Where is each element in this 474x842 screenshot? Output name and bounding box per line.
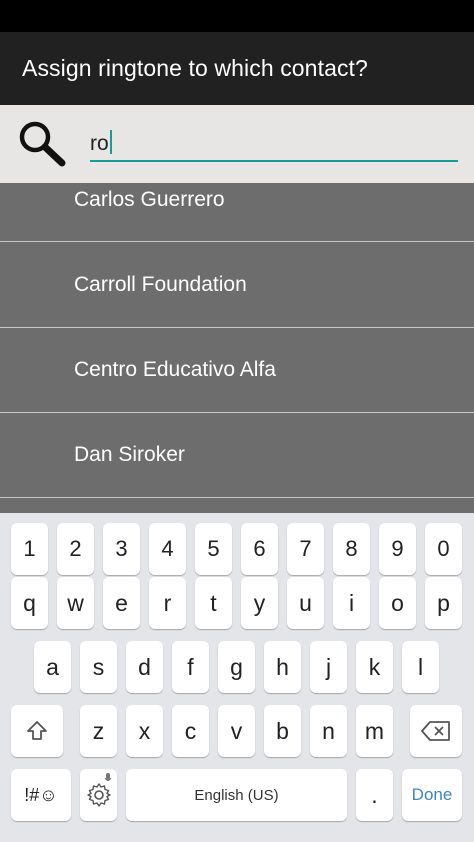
key-c[interactable]: c — [172, 705, 209, 757]
key-o[interactable]: o — [379, 577, 416, 629]
soft-keyboard: 1 2 3 4 5 6 7 8 9 0 q w e r t y u i o p … — [0, 513, 474, 842]
key-x[interactable]: x — [126, 705, 163, 757]
key-s[interactable]: s — [80, 641, 117, 693]
key-m[interactable]: m — [356, 705, 393, 757]
key-p[interactable]: p — [425, 577, 462, 629]
key-w[interactable]: w — [57, 577, 94, 629]
status-bar — [0, 0, 474, 32]
key-f[interactable]: f — [172, 641, 209, 693]
text-caret — [109, 130, 112, 154]
space-key[interactable]: English (US) — [126, 769, 347, 821]
contact-row[interactable]: Carlos Guerrero — [0, 183, 474, 242]
key-r[interactable]: r — [149, 577, 186, 629]
key-4[interactable]: 4 — [149, 523, 186, 575]
key-q[interactable]: q — [11, 577, 48, 629]
shift-icon — [27, 721, 47, 740]
key-b[interactable]: b — [264, 705, 301, 757]
dialog-title: Assign ringtone to which contact? — [22, 55, 368, 81]
key-6[interactable]: 6 — [241, 523, 278, 575]
key-h[interactable]: h — [264, 641, 301, 693]
search-icon[interactable] — [16, 118, 68, 168]
period-key[interactable]: . — [356, 769, 393, 821]
contact-row[interactable] — [0, 498, 474, 513]
key-9[interactable]: 9 — [379, 523, 416, 575]
key-i[interactable]: i — [333, 577, 370, 629]
contact-name: Centro Educativo Alfa — [74, 358, 276, 381]
key-d[interactable]: d — [126, 641, 163, 693]
key-l[interactable]: l — [402, 641, 439, 693]
shift-key[interactable] — [11, 705, 63, 757]
key-5[interactable]: 5 — [195, 523, 232, 575]
contact-name: Dan Siroker — [74, 443, 185, 466]
key-3[interactable]: 3 — [103, 523, 140, 575]
contact-row[interactable]: Dan Siroker — [0, 413, 474, 498]
key-z[interactable]: z — [80, 705, 117, 757]
key-0[interactable]: 0 — [425, 523, 462, 575]
gear-icon — [86, 783, 111, 807]
key-u[interactable]: u — [287, 577, 324, 629]
backspace-key[interactable] — [410, 705, 462, 757]
contact-row[interactable]: Carroll Foundation — [0, 243, 474, 328]
key-g[interactable]: g — [218, 641, 255, 693]
settings-key[interactable] — [80, 769, 117, 821]
search-input[interactable]: ro — [90, 126, 458, 162]
search-input-underline — [90, 160, 458, 162]
key-k[interactable]: k — [356, 641, 393, 693]
key-2[interactable]: 2 — [57, 523, 94, 575]
contact-name: Carlos Guerrero — [74, 187, 225, 211]
backspace-icon — [421, 721, 450, 741]
key-7[interactable]: 7 — [287, 523, 324, 575]
key-j[interactable]: j — [310, 641, 347, 693]
key-e[interactable]: e — [103, 577, 140, 629]
contact-row[interactable]: Centro Educativo Alfa — [0, 328, 474, 413]
key-n[interactable]: n — [310, 705, 347, 757]
key-t[interactable]: t — [195, 577, 232, 629]
done-button[interactable]: Done — [402, 769, 462, 821]
search-input-value: ro — [90, 130, 112, 156]
microphone-icon — [104, 773, 112, 781]
symbols-key[interactable]: !#☺ — [11, 769, 71, 821]
key-a[interactable]: a — [34, 641, 71, 693]
key-1[interactable]: 1 — [11, 523, 48, 575]
contact-list[interactable]: Carlos Guerrero Carroll Foundation Centr… — [0, 183, 474, 513]
contact-name: Carroll Foundation — [74, 273, 247, 296]
key-8[interactable]: 8 — [333, 523, 370, 575]
key-y[interactable]: y — [241, 577, 278, 629]
dialog-title-bar: Assign ringtone to which contact? — [0, 32, 474, 105]
key-v[interactable]: v — [218, 705, 255, 757]
